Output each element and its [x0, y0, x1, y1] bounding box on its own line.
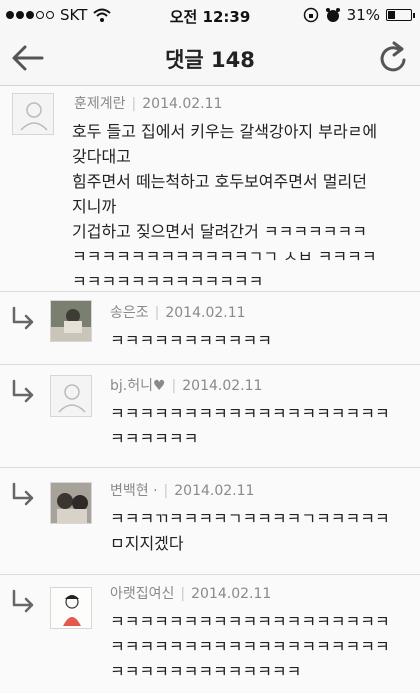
comment-author[interactable]: 변백현 ·	[110, 483, 158, 499]
avatar[interactable]	[12, 93, 54, 135]
reply-arrow-icon	[12, 482, 34, 506]
comment-item: bj.허니♥ | 2014.02.11 ㅋㅋㅋㅋㅋㅋㅋㅋㅋㅋㅋㅋㅋㅋㅋㅋㅋㅋㅋ ㅋㅋ…	[0, 365, 420, 468]
comment-text: ㅋㅋㅋㅋㅋㅋㅋㅋㅋㅋㅋㅋㅋㅋㅋㅋㅋㅋㅋ ㅋㅋㅋㅋㅋㅋㅋㅋㅋㅋㅋㅋㅋㅋㅋㅋㅋㅋㅋ …	[110, 612, 390, 681]
avatar[interactable]	[50, 375, 92, 417]
comment-item: 송은조 | 2014.02.11 ㅋㅋㅋㅋㅋㅋㅋㅋㅋㅋㅋ	[0, 292, 420, 365]
comment-date: 2014.02.11	[191, 586, 272, 602]
comment-meta: 변백현 · | 2014.02.11	[110, 483, 255, 499]
comment-item: 변백현 · | 2014.02.11 ㅋㅋㅋㄲㅋㅋㅋㅋㄱㅋㅋㅋㅋㄱㅋㅋㅋㅋㅋ ㅁ지지…	[0, 468, 420, 575]
refresh-icon[interactable]	[378, 40, 410, 76]
avatar[interactable]	[50, 587, 92, 629]
avatar[interactable]	[50, 300, 92, 342]
comment-text: ㅋㅋㅋㄲㅋㅋㅋㅋㄱㅋㅋㅋㅋㄱㅋㅋㅋㅋㅋ ㅁ지지겠다	[110, 509, 390, 553]
status-bar: SKT 오전 12:39 31%	[0, 0, 420, 30]
comment-author[interactable]: bj.허니♥	[110, 378, 166, 394]
photo-avatar-icon	[51, 301, 91, 341]
comment-author[interactable]: 아랫집여신	[110, 586, 174, 602]
comment-meta: 아랫집여신 | 2014.02.11	[110, 586, 272, 602]
default-avatar-icon	[58, 384, 86, 413]
comment-author[interactable]: 송은조	[110, 305, 149, 321]
battery-icon	[386, 9, 415, 21]
comment-item: 훈제계란 | 2014.02.11 호두 들고 집에서 키우는 갈색강아지 부라ㄹ에…	[0, 87, 420, 292]
alarm-icon	[325, 8, 340, 22]
status-right: 31%	[303, 6, 415, 24]
default-avatar-icon	[20, 102, 48, 131]
photo-avatar-icon	[51, 483, 91, 523]
nav-bar: 댓글 148	[0, 30, 420, 86]
reply-arrow-icon	[12, 589, 34, 613]
comment-list: 훈제계란 | 2014.02.11 호두 들고 집에서 키우는 갈색강아지 부라ㄹ에…	[0, 87, 420, 693]
comment-item: 아랫집여신 | 2014.02.11 ㅋㅋㅋㅋㅋㅋㅋㅋㅋㅋㅋㅋㅋㅋㅋㅋㅋㅋㅋ ㅋㅋㅋ…	[0, 575, 420, 693]
reply-arrow-icon	[12, 306, 34, 330]
page-title: 댓글 148	[165, 48, 255, 72]
comment-date: 2014.02.11	[165, 305, 246, 321]
drawing-avatar-icon	[51, 588, 91, 628]
reply-arrow-icon	[12, 379, 34, 403]
comment-text: 호두 들고 집에서 키우는 갈색강아지 부라ㄹ에 갖다대고 힘주면서 떼는척하고…	[72, 122, 378, 291]
battery-fill	[388, 11, 395, 19]
comment-date: 2014.02.11	[182, 378, 263, 394]
comment-meta: bj.허니♥ | 2014.02.11	[110, 378, 263, 394]
battery-percent: 31%	[346, 6, 380, 24]
comment-date: 2014.02.11	[174, 483, 255, 499]
comment-text: ㅋㅋㅋㅋㅋㅋㅋㅋㅋㅋㅋ	[110, 331, 272, 350]
comment-date: 2014.02.11	[142, 96, 223, 112]
comment-author[interactable]: 훈제계란	[74, 96, 126, 112]
comment-meta: 송은조 | 2014.02.11	[110, 305, 246, 321]
comment-meta: 훈제계란 | 2014.02.11	[74, 96, 223, 112]
orientation-lock-icon	[303, 7, 318, 23]
comment-text: ㅋㅋㅋㅋㅋㅋㅋㅋㅋㅋㅋㅋㅋㅋㅋㅋㅋㅋㅋ ㅋㅋㅋㅋㅋㅋ	[110, 404, 390, 448]
avatar[interactable]	[50, 482, 92, 524]
